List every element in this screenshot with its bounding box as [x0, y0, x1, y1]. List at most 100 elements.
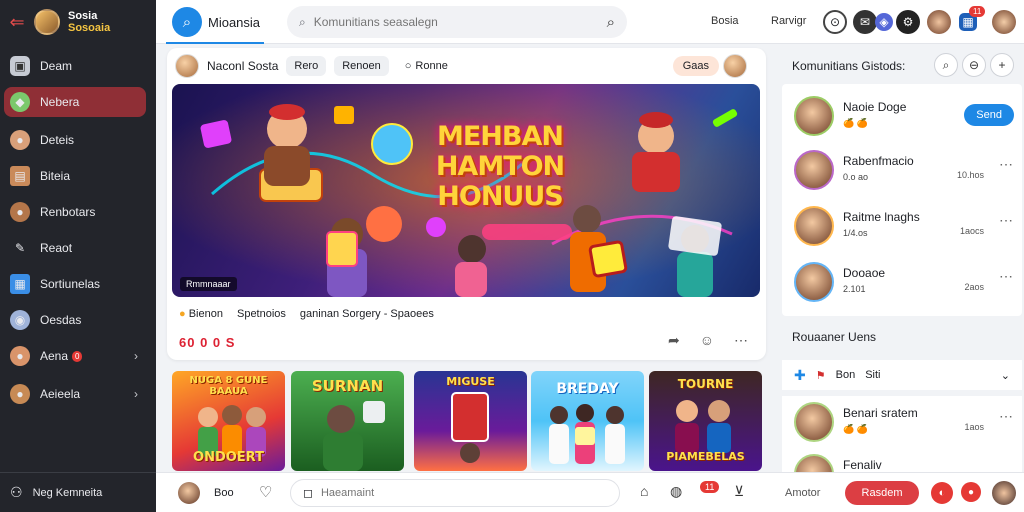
friend-row[interactable]: Benari sratem 🍊 🍊 1aos ⋯: [794, 402, 1014, 446]
profile-avatar[interactable]: [927, 10, 951, 34]
friend-row[interactable]: Fenaliv: [794, 454, 1014, 472]
friend-name: Naoie Doge: [843, 100, 907, 114]
thumbnail-card[interactable]: SURNAN: [291, 371, 404, 471]
author-avatar[interactable]: [175, 54, 199, 78]
friend-meta: 2aos: [964, 282, 984, 292]
heart-icon[interactable]: ♡: [259, 483, 272, 501]
sidebar-item-label: Biteia: [40, 169, 71, 183]
meta-item[interactable]: ● Bienon: [179, 308, 223, 320]
thumbnail-card[interactable]: NUGA 8 GUNE BAAUA ONDOERT: [172, 371, 285, 471]
status-chip[interactable]: ○ Ronne: [397, 56, 456, 76]
notification-badge[interactable]: 11: [700, 481, 720, 493]
user-name[interactable]: Boo: [214, 487, 234, 499]
dashboard-icon: ▣: [10, 56, 30, 76]
home-icon[interactable]: ⌂: [640, 483, 648, 499]
search-icon: ⌕: [299, 14, 306, 29]
sidebar-item-9[interactable]: ● Aeieela ›: [4, 379, 146, 409]
meta-item[interactable]: ganinan Sorgery - Spaoees: [300, 308, 434, 320]
apps-icon[interactable]: ◈: [875, 13, 893, 31]
settings-icon[interactable]: ⚙: [896, 10, 920, 34]
friend-row[interactable]: Raitme lnaghs 1/4.os 1aocs ⋯: [794, 206, 1014, 250]
post-author[interactable]: Naconl Sosta: [207, 59, 278, 73]
sidebar-item-2[interactable]: ● Deteis: [4, 125, 146, 155]
nav-link-2[interactable]: Rarvigr: [771, 15, 806, 27]
notification-badge: 0: [72, 350, 83, 362]
add-icon[interactable]: +: [990, 53, 1014, 77]
sidebar-item-7[interactable]: ◉ Oesdas: [4, 305, 146, 335]
search-bar[interactable]: ⌕ ⌕: [287, 6, 627, 38]
controller-icon[interactable]: ◍: [670, 483, 682, 500]
search-icon[interactable]: ⌕: [172, 7, 202, 37]
puzzle-icon: ✚: [794, 366, 806, 383]
friend-avatar: [794, 206, 834, 246]
chevron-right-icon[interactable]: ›: [134, 387, 138, 401]
back-arrow-icon[interactable]: ⇐: [8, 12, 26, 33]
record-icon[interactable]: ◐: [931, 482, 953, 504]
meta-item[interactable]: Spetnoios: [237, 308, 286, 320]
react-icon[interactable]: ☺: [700, 332, 714, 349]
nav-link-1[interactable]: Bosia: [711, 15, 739, 27]
more-actions-icon[interactable]: ⋯: [734, 332, 748, 349]
minus-icon[interactable]: ⊖: [962, 53, 986, 77]
app-title[interactable]: Mioansia: [208, 15, 260, 30]
sidebar-item-6[interactable]: ▦ Sortiunelas: [4, 269, 146, 299]
more-options-icon[interactable]: ⋯: [999, 212, 1014, 229]
user-icon: ●: [10, 346, 30, 366]
post-header: Naconl Sosta Rero Renoen ○ Ronne Gaas: [175, 54, 755, 78]
brand: Sosia Sosoaia: [68, 10, 110, 34]
sidebar-item-3[interactable]: ▤ Biteia: [4, 161, 146, 191]
search-input[interactable]: [313, 15, 599, 29]
sidebar-item-8[interactable]: ● Aena 0 ›: [4, 341, 146, 371]
comment-input[interactable]: [320, 487, 607, 499]
thumbnail-card[interactable]: TOURNE PIAMEBELAS: [649, 371, 762, 471]
tag-chip[interactable]: Rero: [286, 56, 327, 76]
notifications-icon[interactable]: ⊙: [823, 10, 847, 34]
user-avatar[interactable]: [178, 482, 200, 504]
more-options-icon[interactable]: ⋯: [999, 268, 1014, 285]
profile-avatar[interactable]: [992, 481, 1016, 505]
chevron-down-icon[interactable]: ⌄: [1001, 369, 1010, 382]
friend-name: Benari sratem: [843, 406, 918, 420]
messages-icon[interactable]: ✉: [853, 10, 877, 34]
post-pill[interactable]: Gaas: [672, 54, 747, 78]
alert-icon[interactable]: ●: [961, 482, 981, 502]
primary-action-button[interactable]: Rasdem: [845, 481, 919, 505]
sidebar-item-1[interactable]: ◆ Nebera: [4, 87, 146, 117]
filter-row[interactable]: ✚ ⚑ Bon Siti ⌄: [782, 360, 1022, 390]
chevron-right-icon[interactable]: ›: [134, 349, 138, 363]
sidebar-item-4[interactable]: ● Renbotars: [4, 197, 146, 227]
post-banner-image[interactable]: MEHBAN HAMTON HONUUS Rmmnaaar: [172, 84, 760, 297]
thumbnail-card[interactable]: BREDAY: [531, 371, 644, 471]
user-icon: ●: [10, 202, 30, 222]
brand-line2: Sosoaia: [68, 22, 111, 34]
friend-row[interactable]: Naoie Doge 🍊 🍊 Send: [794, 96, 1014, 140]
notification-badge: 11: [969, 6, 986, 17]
sidebar-footer[interactable]: ⚇ Neg Kemneita: [0, 472, 156, 512]
bottom-label[interactable]: Amotor: [785, 487, 820, 499]
sidebar-footer-label: Neg Kemneita: [32, 486, 103, 499]
search-submit-icon[interactable]: ⌕: [607, 14, 615, 31]
thumbnail-subtitle: ONDOERT: [193, 450, 264, 465]
globe-icon: ◉: [10, 310, 30, 330]
sidebar-header: ⇐ Sosia Sosoaia: [0, 0, 156, 44]
sidebar-item-0[interactable]: ▣ Deam: [4, 51, 146, 81]
search-icon[interactable]: ⌕: [934, 53, 958, 77]
more-options-icon[interactable]: ⋯: [999, 156, 1014, 173]
filter-label: Bon: [835, 369, 856, 381]
chat-icon: ◻: [303, 486, 313, 500]
comment-bar[interactable]: ◻: [290, 479, 620, 507]
friend-row[interactable]: Dooaoe 2.101 2aos ⋯: [794, 262, 1014, 306]
user-icon: ●: [10, 384, 30, 404]
user-avatar[interactable]: [992, 10, 1016, 34]
sidebar-item-label: Sortiunelas: [40, 277, 101, 291]
avatar[interactable]: [34, 9, 60, 35]
more-options-icon[interactable]: ⋯: [999, 408, 1014, 425]
chevron-down-circle-icon[interactable]: ⊻: [734, 483, 744, 500]
thumbnail-card[interactable]: MIGUSE: [414, 371, 527, 471]
send-button[interactable]: Send: [964, 104, 1014, 126]
share-icon[interactable]: ➦: [668, 332, 680, 349]
friend-avatar: [794, 262, 834, 302]
friend-row[interactable]: Rabenfmacio 0.o ao 10.hos ⋯: [794, 150, 1014, 194]
tag-chip[interactable]: Renoen: [334, 56, 389, 76]
sidebar-item-5[interactable]: ✎ Reaot: [4, 233, 146, 263]
